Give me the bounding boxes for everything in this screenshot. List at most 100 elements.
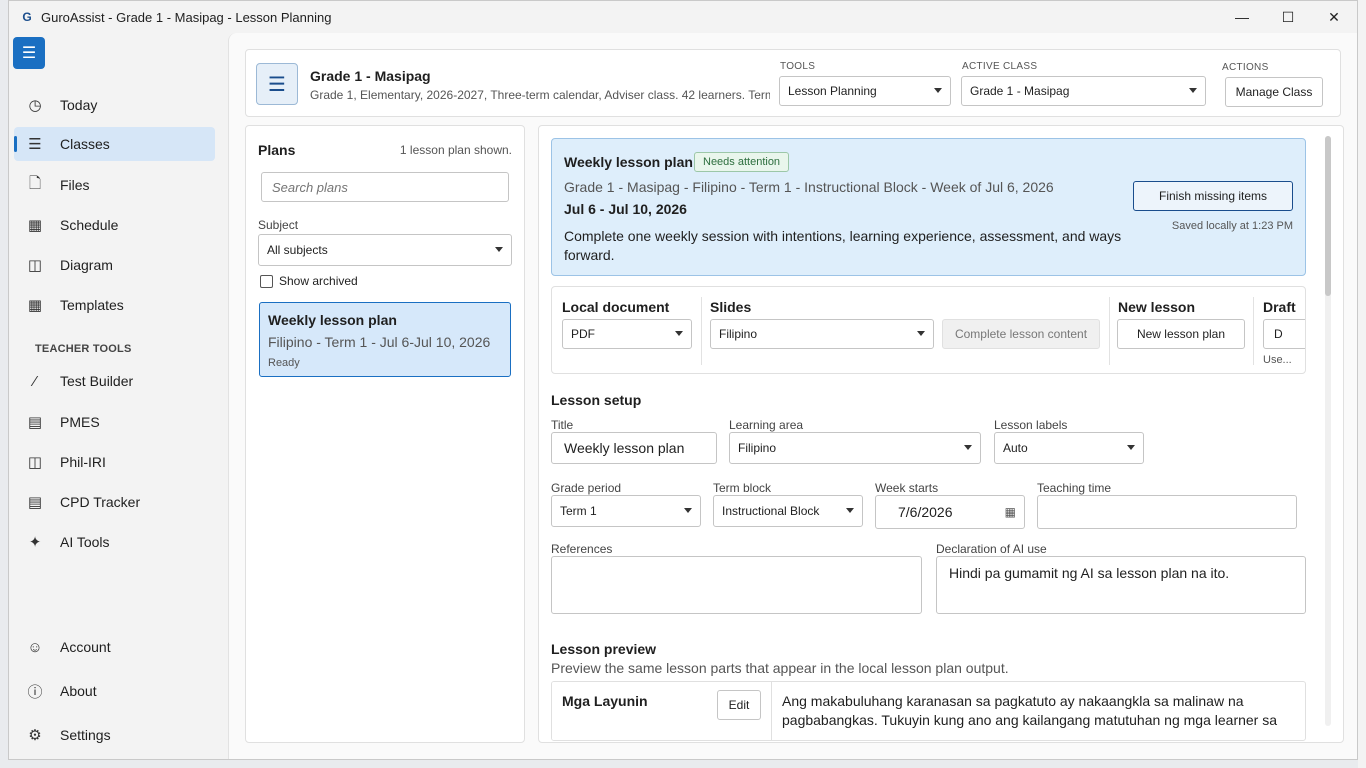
local-document-value: PDF (571, 327, 595, 341)
sidebar-item-classes[interactable]: ☰ Classes (14, 127, 215, 161)
lesson-preview-title: Lesson preview (551, 641, 657, 657)
ai-declaration-label: Declaration of AI use (936, 542, 1047, 556)
term-block-select[interactable]: Instructional Block (713, 495, 863, 527)
slides-value: Filipino (719, 327, 758, 341)
preview-row-text: Ang makabuluhang karanasan sa pagkatuto … (782, 693, 1278, 728)
draft-label: Draft (1263, 299, 1296, 315)
title-input[interactable]: Weekly lesson plan (551, 432, 717, 464)
sidebar-item-cpd-tracker[interactable]: ▤ CPD Tracker (14, 485, 215, 519)
active-class-label: ACTIVE CLASS (962, 61, 1038, 72)
term-block-value: Instructional Block (722, 504, 820, 518)
sidebar-item-files[interactable]: 🗋 Files (14, 168, 215, 202)
show-archived-checkbox[interactable] (260, 275, 273, 288)
sidebar-item-label: About (60, 683, 97, 699)
grade-period-select[interactable]: Term 1 (551, 495, 701, 527)
class-list-icon: ☰ (256, 63, 298, 105)
class-name: Grade 1 - Masipag (310, 68, 431, 84)
sidebar-item-templates[interactable]: ▦ Templates (14, 288, 215, 322)
plans-title: Plans (258, 142, 296, 158)
title-bar[interactable]: G GuroAssist - Grade 1 - Masipag - Lesso… (9, 1, 1357, 33)
sidebar-item-phil-iri[interactable]: ◫ Phil-IRI (14, 445, 215, 479)
sidebar-item-label: Diagram (60, 257, 113, 273)
sidebar-item-label: AI Tools (60, 534, 110, 550)
lesson-detail-panel: Weekly lesson plan Needs attention Grade… (538, 125, 1344, 743)
calendar-icon[interactable]: ▦ (1005, 505, 1016, 519)
plan-title: Weekly lesson plan (268, 312, 397, 328)
sidebar-item-label: Account (60, 639, 111, 655)
section-label-teacher-tools: TEACHER TOOLS (35, 343, 132, 355)
lesson-status-card: Weekly lesson plan Needs attention Grade… (551, 138, 1306, 276)
preview-row-header: Mga Layunin Edit (552, 682, 772, 740)
divider (1253, 297, 1254, 365)
minimize-button[interactable]: — (1219, 1, 1265, 33)
ai-declaration-textarea[interactable]: Hindi pa gumamit ng AI sa lesson plan na… (936, 556, 1306, 614)
new-lesson-plan-button[interactable]: New lesson plan (1117, 319, 1245, 349)
sidebar-item-account[interactable]: ☺ Account (14, 630, 215, 664)
gear-icon: ⚙ (28, 727, 42, 744)
desktop-right-edge (1358, 0, 1366, 768)
sidebar-item-about[interactable]: ⓘ About (14, 674, 215, 708)
local-document-select[interactable]: PDF (562, 319, 692, 349)
test-builder-icon: ⁄ (33, 372, 37, 390)
draft-button-label: D (1274, 327, 1283, 341)
sidebar-item-test-builder[interactable]: ⁄ Test Builder (14, 364, 215, 398)
complete-lesson-content-button[interactable]: Complete lesson content (942, 319, 1100, 349)
active-class-select[interactable]: Grade 1 - Masipag (961, 76, 1206, 106)
sidebar-item-today[interactable]: ◷ Today (14, 88, 215, 122)
sidebar-item-settings[interactable]: ⚙ Settings (14, 718, 215, 752)
hamburger-menu-button[interactable]: ☰ (13, 37, 45, 69)
status-badge: Needs attention (694, 152, 790, 172)
lesson-labels-label: Lesson labels (994, 418, 1068, 432)
tools-select[interactable]: Lesson Planning (779, 76, 951, 106)
document-actions-row: Local document PDF Slides Filipino Compl… (551, 286, 1306, 374)
references-textarea[interactable] (551, 556, 922, 614)
manage-class-button[interactable]: Manage Class (1225, 77, 1323, 107)
cpd-icon: ▤ (27, 494, 43, 511)
title-label: Title (551, 418, 574, 432)
sidebar-item-label: Files (60, 177, 90, 193)
subject-select[interactable]: All subjects (258, 234, 512, 266)
lesson-dates: Jul 6 - Jul 10, 2026 (564, 201, 687, 217)
hamburger-icon: ☰ (21, 45, 37, 62)
teaching-time-label: Teaching time (1037, 481, 1112, 495)
learning-area-label: Learning area (729, 418, 804, 432)
week-starts-date-picker[interactable]: 7/6/2026 ▦ (875, 495, 1025, 529)
calendar-icon: ▦ (27, 217, 43, 234)
title-input-value: Weekly lesson plan (564, 440, 685, 456)
learning-area-select[interactable]: Filipino (729, 432, 981, 464)
maximize-button[interactable]: ☐ (1265, 1, 1311, 33)
search-plans-input[interactable] (261, 172, 509, 202)
draft-button[interactable]: D (1263, 319, 1305, 349)
plan-list-item[interactable]: Weekly lesson plan Filipino - Term 1 - J… (259, 302, 511, 377)
magic-wand-icon: ✦ (28, 534, 42, 551)
close-button[interactable]: ✕ (1311, 1, 1357, 33)
clock-icon: ◷ (28, 97, 42, 114)
scroll-thumb[interactable] (1325, 136, 1331, 296)
chevron-down-icon (964, 445, 972, 450)
sidebar-item-ai-tools[interactable]: ✦ AI Tools (14, 525, 215, 559)
slides-label: Slides (710, 299, 752, 315)
sidebar-item-label: CPD Tracker (60, 494, 141, 510)
lesson-labels-select[interactable]: Auto (994, 432, 1144, 464)
class-meta: Grade 1, Elementary, 2026-2027, Three-te… (310, 88, 770, 102)
references-label: References (551, 542, 613, 556)
finish-missing-items-button[interactable]: Finish missing items (1133, 181, 1293, 211)
divider (701, 297, 702, 365)
lesson-setup-title: Lesson setup (551, 392, 642, 408)
sidebar-item-diagram[interactable]: ◫ Diagram (14, 248, 215, 282)
show-archived-label: Show archived (279, 274, 358, 288)
lesson-preview-subtitle: Preview the same lesson parts that appea… (551, 660, 1009, 676)
week-starts-value: 7/6/2026 (898, 504, 953, 520)
slides-select[interactable]: Filipino (710, 319, 934, 349)
chevron-down-icon (684, 508, 692, 513)
chevron-down-icon (846, 508, 854, 513)
vertical-scrollbar[interactable] (1325, 136, 1331, 726)
edit-button[interactable]: Edit (717, 690, 761, 720)
tools-select-value: Lesson Planning (788, 84, 877, 98)
tools-label: TOOLS (780, 61, 816, 72)
teaching-time-input[interactable] (1037, 495, 1297, 529)
sidebar-item-pmes[interactable]: ▤ PMES (14, 405, 215, 439)
active-class-select-value: Grade 1 - Masipag (970, 84, 1070, 98)
sidebar-item-schedule[interactable]: ▦ Schedule (14, 208, 215, 242)
diagram-icon: ◫ (27, 257, 43, 274)
